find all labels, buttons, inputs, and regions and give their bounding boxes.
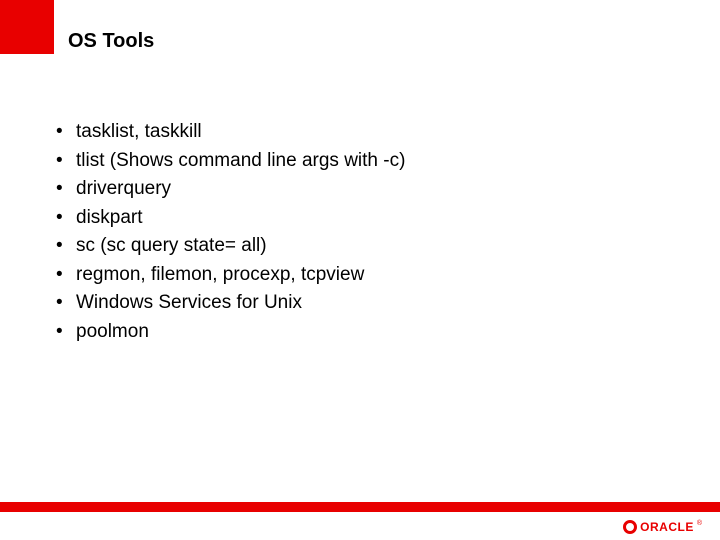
list-item: sc (sc query state= all) <box>56 232 680 261</box>
content-area: tasklist, taskkill tlist (Shows command … <box>56 118 680 346</box>
logo-text: ORACLE <box>640 520 694 534</box>
list-item: poolmon <box>56 318 680 347</box>
oracle-o-icon <box>623 520 637 534</box>
list-item: Windows Services for Unix <box>56 289 680 318</box>
list-item: driverquery <box>56 175 680 204</box>
slide: OS Tools tasklist, taskkill tlist (Shows… <box>0 0 720 540</box>
footer-bar <box>0 502 720 512</box>
list-item: diskpart <box>56 204 680 233</box>
list-item: regmon, filemon, procexp, tcpview <box>56 261 680 290</box>
bullet-list: tasklist, taskkill tlist (Shows command … <box>56 118 680 346</box>
oracle-logo: ORACLE ® <box>623 520 702 534</box>
list-item: tlist (Shows command line args with -c) <box>56 147 680 176</box>
accent-block <box>0 0 54 54</box>
slide-title: OS Tools <box>68 30 154 53</box>
list-item: tasklist, taskkill <box>56 118 680 147</box>
registered-mark: ® <box>697 520 702 527</box>
